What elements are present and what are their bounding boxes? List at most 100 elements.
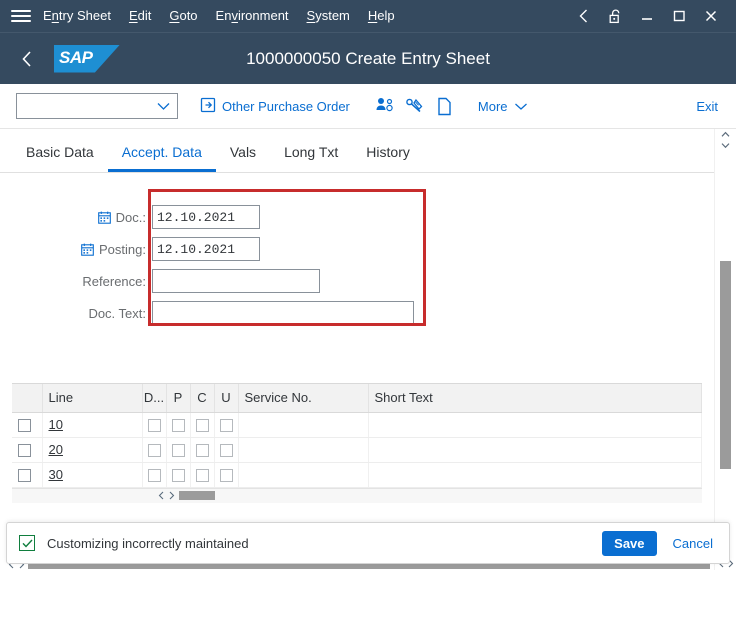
col-short-text[interactable]: Short Text bbox=[368, 384, 702, 412]
menu-item-environment[interactable]: Environment bbox=[207, 0, 298, 32]
scroll-left-right-arrows-icon[interactable] bbox=[158, 491, 175, 500]
line-link[interactable]: 20 bbox=[49, 442, 63, 457]
page-vertical-scrollbar[interactable] bbox=[714, 129, 736, 570]
menu-item-help[interactable]: Help bbox=[359, 0, 404, 32]
cell-checkbox-p[interactable] bbox=[172, 469, 185, 482]
tab-basic-data[interactable]: Basic Data bbox=[12, 144, 108, 172]
scroll-down-icon[interactable] bbox=[721, 140, 730, 151]
col-p[interactable]: P bbox=[166, 384, 190, 412]
sap-logo-text: SAP bbox=[59, 48, 92, 68]
col-line[interactable]: Line bbox=[42, 384, 142, 412]
form-row-posting: Posting: 12.10.2021 bbox=[12, 233, 702, 265]
cell-short-text[interactable] bbox=[368, 412, 702, 437]
doc-text-input[interactable] bbox=[152, 301, 414, 325]
col-u[interactable]: U bbox=[214, 384, 238, 412]
form-row-doc-text: Doc. Text: bbox=[12, 297, 702, 329]
line-link[interactable]: 10 bbox=[49, 417, 63, 432]
col-c[interactable]: C bbox=[190, 384, 214, 412]
cell-short-text[interactable] bbox=[368, 462, 702, 487]
maximize-icon[interactable] bbox=[664, 3, 694, 29]
calendar-icon bbox=[98, 211, 111, 224]
chevron-down-icon bbox=[156, 101, 171, 111]
posting-date-input[interactable]: 12.10.2021 bbox=[152, 237, 260, 261]
scroll-up-icon[interactable] bbox=[721, 129, 730, 140]
save-button[interactable]: Save bbox=[602, 531, 656, 556]
row-select-checkbox[interactable] bbox=[18, 444, 31, 457]
reference-label: Reference: bbox=[12, 274, 152, 289]
unlock-icon[interactable] bbox=[600, 3, 630, 29]
back-icon[interactable] bbox=[568, 3, 598, 29]
other-purchase-order-label: Other Purchase Order bbox=[222, 99, 350, 114]
col-select[interactable] bbox=[12, 384, 42, 412]
hamburger-menu-icon[interactable] bbox=[8, 5, 34, 27]
doc-text-label: Doc. Text: bbox=[12, 306, 152, 321]
shell-header: SAP 1000000050 Create Entry Sheet bbox=[0, 32, 736, 84]
more-label: More bbox=[478, 99, 508, 114]
document-icon[interactable] bbox=[430, 91, 460, 121]
exit-button[interactable]: Exit bbox=[692, 99, 722, 114]
cell-service-no[interactable] bbox=[238, 437, 368, 462]
service-tools-icon[interactable] bbox=[400, 91, 430, 121]
chevron-down-icon bbox=[514, 99, 528, 114]
cell-service-no[interactable] bbox=[238, 412, 368, 437]
entry-sheet-select[interactable] bbox=[16, 93, 178, 119]
other-purchase-order-button[interactable]: Other Purchase Order bbox=[192, 91, 358, 121]
tab-accept-data[interactable]: Accept. Data bbox=[108, 144, 216, 172]
accept-data-form: Doc.: 12.10.2021 bbox=[12, 183, 702, 383]
scroll-thumb[interactable] bbox=[179, 491, 215, 500]
table-row[interactable]: 20 bbox=[12, 437, 702, 462]
table-row[interactable]: 30 bbox=[12, 462, 702, 487]
tab-bar: Basic Data Accept. Data Vals Long Txt Hi… bbox=[0, 129, 714, 173]
page-main: Basic Data Accept. Data Vals Long Txt Hi… bbox=[0, 129, 714, 570]
menu-item-goto[interactable]: Goto bbox=[160, 0, 206, 32]
doc-date-label-wrap: Doc.: bbox=[12, 210, 152, 225]
tab-long-txt[interactable]: Long Txt bbox=[270, 144, 352, 172]
cell-checkbox-d[interactable] bbox=[148, 444, 161, 457]
table-header-row: Line D... P C U Service No. Short Text bbox=[12, 384, 702, 412]
tab-history[interactable]: History bbox=[352, 144, 424, 172]
cancel-button[interactable]: Cancel bbox=[671, 532, 715, 555]
sap-logo: SAP bbox=[54, 45, 120, 73]
cell-checkbox-p[interactable] bbox=[172, 419, 185, 432]
cell-checkbox-u[interactable] bbox=[220, 469, 233, 482]
menu-item-entry-sheet[interactable]: Entry Sheet bbox=[34, 0, 120, 32]
calendar-icon bbox=[81, 243, 94, 256]
cell-checkbox-c[interactable] bbox=[196, 444, 209, 457]
line-link[interactable]: 30 bbox=[49, 467, 63, 482]
cell-checkbox-c[interactable] bbox=[196, 419, 209, 432]
menu-item-system[interactable]: System bbox=[298, 0, 359, 32]
form-row-doc: Doc.: 12.10.2021 bbox=[12, 201, 702, 233]
cell-checkbox-u[interactable] bbox=[220, 444, 233, 457]
shell-back-button[interactable] bbox=[12, 44, 42, 74]
cell-service-no[interactable] bbox=[238, 462, 368, 487]
tab-vals[interactable]: Vals bbox=[216, 144, 270, 172]
cell-checkbox-u[interactable] bbox=[220, 419, 233, 432]
row-select-checkbox[interactable] bbox=[18, 419, 31, 432]
close-icon[interactable] bbox=[696, 3, 726, 29]
message-actions: Save Cancel bbox=[602, 531, 715, 556]
col-service-no[interactable]: Service No. bbox=[238, 384, 368, 412]
action-toolbar: Other Purchase Order More Exit bbox=[0, 84, 736, 129]
scroll-thumb[interactable] bbox=[720, 261, 731, 469]
service-lines-table: Line D... P C U Service No. Short Text 1… bbox=[12, 383, 702, 521]
message-text: Customizing incorrectly maintained bbox=[47, 536, 249, 551]
more-button[interactable]: More bbox=[470, 91, 536, 121]
scroll-track[interactable] bbox=[720, 153, 731, 532]
assign-persons-icon[interactable] bbox=[370, 91, 400, 121]
cell-short-text[interactable] bbox=[368, 437, 702, 462]
posting-date-label-wrap: Posting: bbox=[12, 242, 152, 257]
row-select-checkbox[interactable] bbox=[18, 469, 31, 482]
menu-item-edit[interactable]: Edit bbox=[120, 0, 160, 32]
cell-checkbox-p[interactable] bbox=[172, 444, 185, 457]
reference-input[interactable] bbox=[152, 269, 320, 293]
doc-date-label: Doc.: bbox=[116, 210, 146, 225]
doc-date-input[interactable]: 12.10.2021 bbox=[152, 205, 260, 229]
cell-checkbox-d[interactable] bbox=[148, 419, 161, 432]
message-checkbox[interactable] bbox=[19, 535, 35, 551]
table-row[interactable]: 10 bbox=[12, 412, 702, 437]
table-horizontal-scrollbar[interactable] bbox=[12, 488, 702, 503]
minimize-icon[interactable] bbox=[632, 3, 662, 29]
col-d[interactable]: D... bbox=[142, 384, 166, 412]
cell-checkbox-d[interactable] bbox=[148, 469, 161, 482]
cell-checkbox-c[interactable] bbox=[196, 469, 209, 482]
